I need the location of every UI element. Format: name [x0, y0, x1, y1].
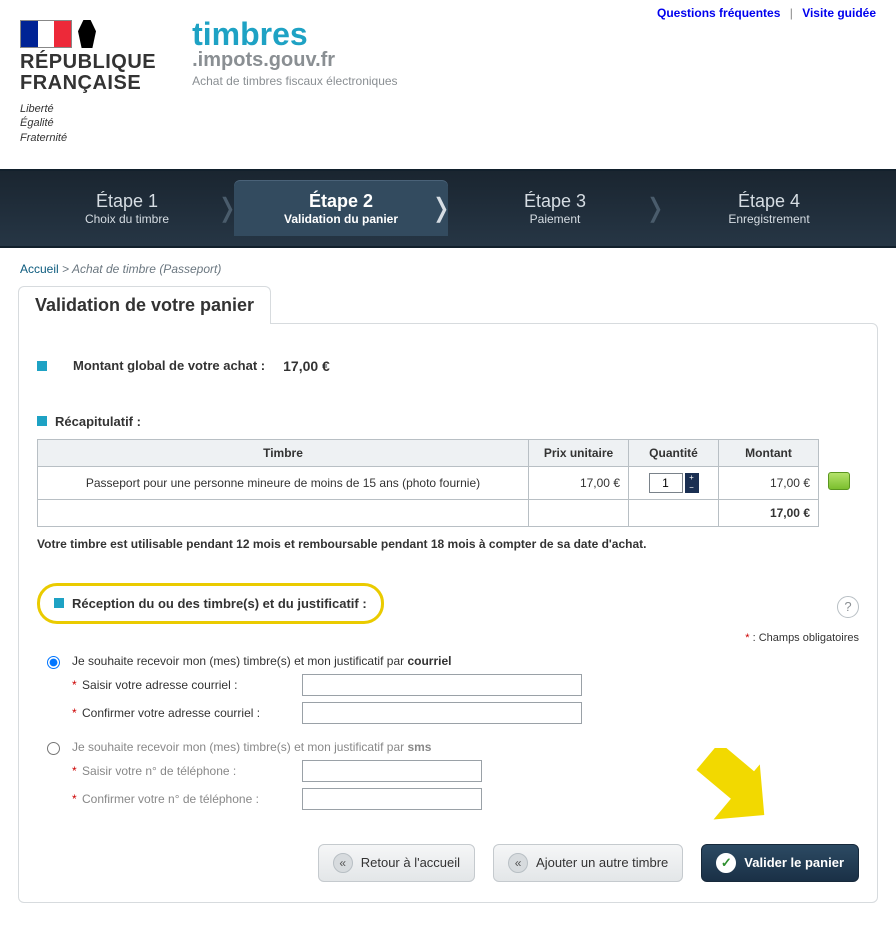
site-title: timbres — [192, 20, 397, 49]
product-label: Passeport pour une personne mineure de m… — [38, 466, 529, 499]
breadcrumb: Accueil > Achat de timbre (Passeport) — [20, 262, 878, 276]
radio-sms[interactable] — [47, 742, 60, 755]
check-icon: ✓ — [716, 853, 736, 873]
total-label: Montant global de votre achat : — [73, 358, 265, 373]
site-domain: .impots.gouv.fr — [192, 49, 397, 72]
rf-logo: RÉPUBLIQUE FRANÇAISE Liberté Égalité Fra… — [20, 20, 156, 145]
col-amount: Montant — [719, 439, 819, 466]
site-subtitle: Achat de timbres fiscaux électroniques — [192, 74, 397, 88]
radio-email[interactable] — [47, 656, 60, 669]
france-flag-icon — [20, 20, 72, 48]
breadcrumb-current: Achat de timbre (Passeport) — [72, 262, 221, 276]
col-unit-price: Prix unitaire — [529, 439, 629, 466]
site-header: RÉPUBLIQUE FRANÇAISE Liberté Égalité Fra… — [0, 20, 896, 169]
recap-title: Récapitulatif : — [37, 414, 859, 429]
rf-text: RÉPUBLIQUE FRANÇAISE — [20, 52, 156, 94]
sms-option-title: Je souhaite recevoir mon (mes) timbre(s)… — [72, 740, 859, 754]
rf-motto: Liberté Égalité Fraternité — [20, 102, 156, 145]
marianne-icon — [78, 20, 96, 48]
row-amount: 17,00 € — [719, 466, 819, 499]
back-icon: « — [508, 853, 528, 873]
square-bullet-icon — [37, 361, 47, 371]
site-title-block: timbres .impots.gouv.fr Achat de timbres… — [192, 20, 397, 88]
delivery-option-sms: Je souhaite recevoir mon (mes) timbre(s)… — [37, 740, 859, 816]
phone-confirm-label: * Confirmer votre n° de téléphone : — [72, 792, 302, 806]
email-input[interactable] — [302, 674, 582, 696]
top-links-bar: Questions fréquentes | Visite guidée — [0, 0, 896, 20]
table-total: 17,00 € — [719, 499, 819, 526]
separator: | — [790, 6, 793, 20]
required-note: * : Champs obligatoires — [37, 632, 859, 644]
step-2[interactable]: Étape 2 Validation du panier ❭ — [234, 181, 448, 236]
qty-minus-button[interactable]: − — [685, 483, 699, 493]
total-amount: 17,00 € — [283, 358, 330, 374]
help-icon[interactable]: ? — [837, 596, 859, 618]
table-total-row: 17,00 € — [38, 499, 859, 526]
email-confirm-label: * Confirmer votre adresse courriel : — [72, 706, 302, 720]
step-1[interactable]: Étape 1 Choix du timbre ❭ — [20, 181, 234, 236]
step-4[interactable]: Étape 4 Enregistrement — [662, 181, 876, 236]
validate-cart-button[interactable]: ✓ Valider le panier — [701, 844, 859, 882]
recap-table: Timbre Prix unitaire Quantité Montant Pa… — [37, 439, 859, 527]
step-3[interactable]: Étape 3 Paiement ❭ — [448, 181, 662, 236]
faq-link[interactable]: Questions fréquentes — [657, 6, 780, 20]
delete-row-icon[interactable] — [828, 472, 850, 490]
breadcrumb-home[interactable]: Accueil — [20, 262, 59, 276]
quantity-input[interactable] — [649, 473, 683, 493]
col-product: Timbre — [38, 439, 529, 466]
square-bullet-icon — [54, 598, 64, 608]
back-home-button[interactable]: « Retour à l'accueil — [318, 844, 475, 882]
qty-plus-button[interactable]: + — [685, 473, 699, 483]
email-confirm-input[interactable] — [302, 702, 582, 724]
reception-title-box: Réception du ou des timbre(s) et du just… — [37, 583, 384, 624]
tour-link[interactable]: Visite guidée — [802, 6, 876, 20]
email-option-title: Je souhaite recevoir mon (mes) timbre(s)… — [72, 654, 859, 668]
phone-confirm-input[interactable] — [302, 788, 482, 810]
unit-price: 17,00 € — [529, 466, 629, 499]
add-stamp-button[interactable]: « Ajouter un autre timbre — [493, 844, 683, 882]
square-bullet-icon — [37, 416, 47, 426]
back-icon: « — [333, 853, 353, 873]
col-qty: Quantité — [629, 439, 719, 466]
validity-note: Votre timbre est utilisable pendant 12 m… — [37, 537, 859, 551]
page-title: Validation de votre panier — [18, 286, 271, 324]
actions-bar: « Retour à l'accueil « Ajouter un autre … — [37, 844, 859, 882]
delivery-option-email: Je souhaite recevoir mon (mes) timbre(s)… — [37, 654, 859, 730]
email-label: * Saisir votre adresse courriel : — [72, 678, 302, 692]
table-row: Passeport pour une personne mineure de m… — [38, 466, 859, 499]
main-panel: Montant global de votre achat : 17,00 € … — [18, 323, 878, 903]
steps-bar: Étape 1 Choix du timbre ❭ Étape 2 Valida… — [0, 169, 896, 248]
phone-label: * Saisir votre n° de téléphone : — [72, 764, 302, 778]
phone-input[interactable] — [302, 760, 482, 782]
total-section: Montant global de votre achat : 17,00 € — [37, 358, 859, 374]
